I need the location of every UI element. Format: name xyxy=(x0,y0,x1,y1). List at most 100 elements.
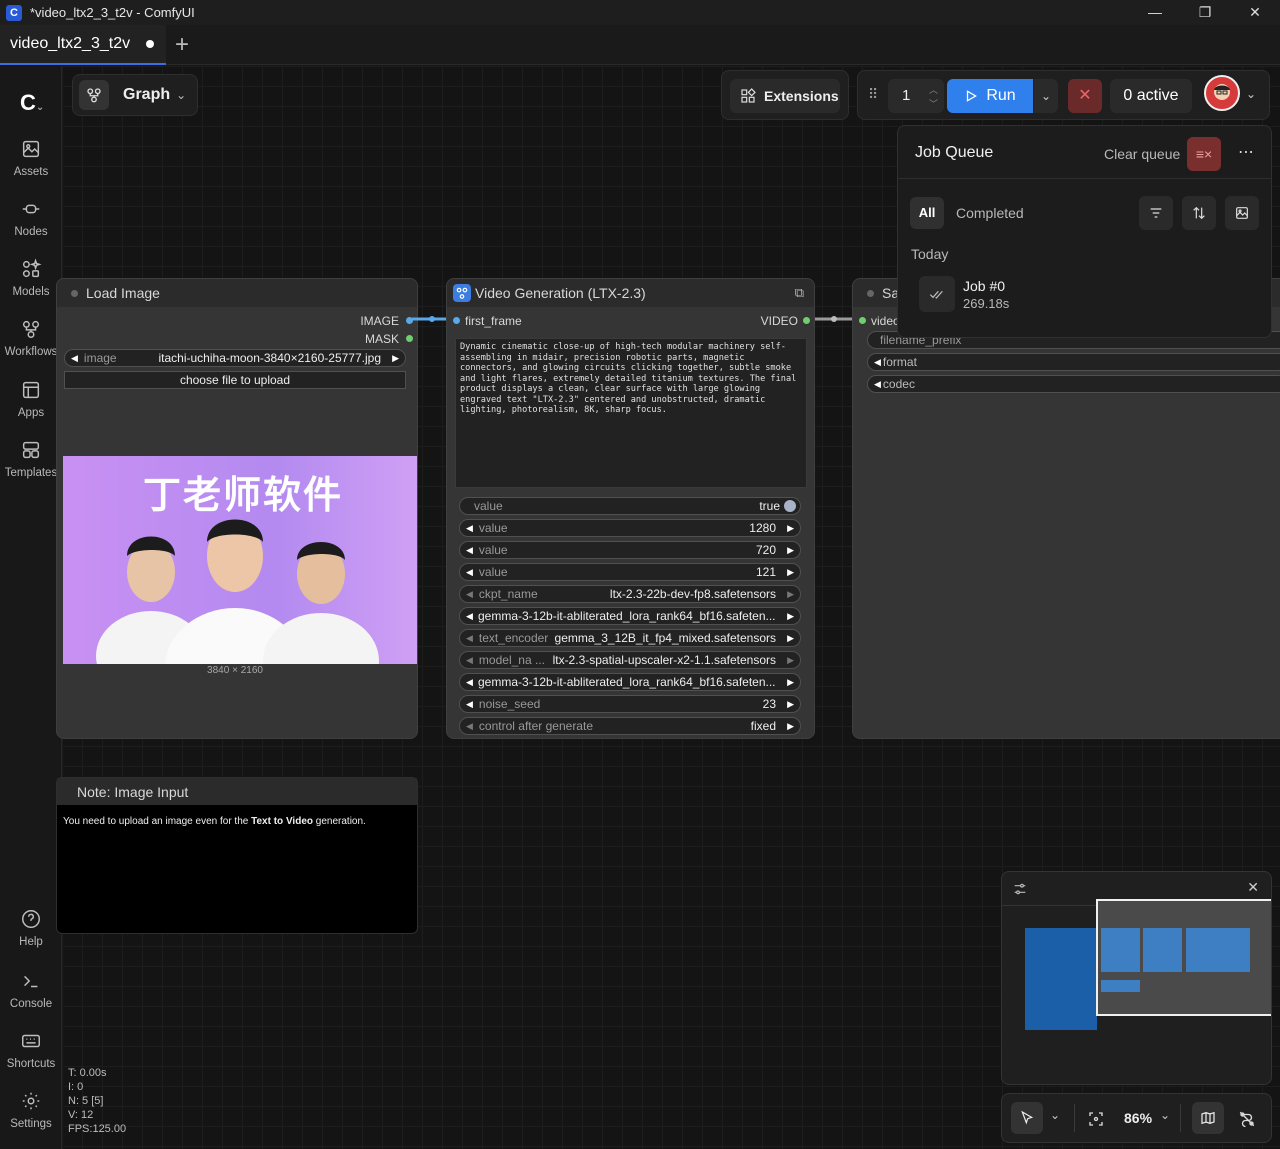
job-thumbnail[interactable] xyxy=(919,276,955,312)
sidebar-item-templates[interactable]: Templates xyxy=(0,439,62,479)
select-mode-button[interactable] xyxy=(1011,1102,1043,1134)
increment-icon[interactable]: ︿ xyxy=(929,83,938,96)
batch-count-input[interactable]: 1 ︿ ﹀ xyxy=(888,79,944,113)
decrement-icon[interactable]: ﹀ xyxy=(929,97,938,110)
widget-value: gemma-3-12b-it-abliterated_lora_rank64_b… xyxy=(478,609,776,623)
new-tab-button[interactable]: + xyxy=(175,31,189,59)
sidebar-item-assets[interactable]: Assets xyxy=(0,138,62,178)
toggle-knob-icon xyxy=(784,500,796,512)
ckpt-name-widget[interactable]: ◀ ckpt_name ltx-2.3-22b-dev-fp8.safetenso… xyxy=(459,585,801,603)
tab-all[interactable]: All xyxy=(910,197,944,229)
drag-handle-icon[interactable]: ⠿ xyxy=(868,86,878,103)
sidebar-item-apps[interactable]: Apps xyxy=(0,379,62,419)
widget-value: 1280 xyxy=(749,521,776,535)
run-mode-dropdown[interactable]: ⌄ xyxy=(1034,79,1058,113)
widget-label: text_encoder xyxy=(478,631,549,645)
output-mask-label: MASK xyxy=(364,332,399,346)
widget-label: noise_seed xyxy=(478,697,541,711)
load-image-node[interactable]: Load Image IMAGE MASK ◀ image itachi-uch… xyxy=(56,278,418,739)
sidebar-item-console[interactable]: Console xyxy=(0,970,62,1010)
filter-button[interactable] xyxy=(1139,196,1173,230)
stat-v: V: 12 xyxy=(68,1109,94,1121)
chevron-down-icon[interactable]: ⌄ xyxy=(1050,1108,1060,1122)
lora-widget[interactable]: ◀ gemma-3-12b-it-abliterated_lora_rank64… xyxy=(459,607,801,625)
width-widget[interactable]: ◀ value 1280 ▶ xyxy=(459,519,801,537)
chevron-down-icon[interactable]: ⌄ xyxy=(1160,1108,1170,1122)
sidebar-item-label: Assets xyxy=(13,166,49,178)
sidebar-item-workflows[interactable]: Workflows xyxy=(0,318,62,358)
widget-value: ltx-2.3-spatial-upscaler-x2-1.1.safetens… xyxy=(552,653,776,667)
minimize-button[interactable]: — xyxy=(1130,0,1180,25)
note-node[interactable]: Note: Image Input You need to upload an … xyxy=(56,777,418,934)
input-video-slot[interactable] xyxy=(859,317,866,324)
chevron-down-icon[interactable]: ⌄ xyxy=(1246,87,1256,101)
sidebar-item-nodes[interactable]: Nodes xyxy=(0,198,62,238)
toggle-minimap-button[interactable] xyxy=(1192,1102,1224,1134)
zoom-level[interactable]: 86% xyxy=(1124,1110,1152,1126)
active-jobs-button[interactable]: 0 active xyxy=(1110,79,1192,113)
maximize-button[interactable]: ❐ xyxy=(1180,0,1230,25)
close-minimap-icon[interactable]: ✕ xyxy=(1247,879,1259,896)
sidebar-item-models[interactable]: Models xyxy=(0,258,62,298)
more-options-icon[interactable]: ⋯ xyxy=(1238,142,1254,162)
job-queue-title: Job Queue xyxy=(915,144,994,161)
upload-button[interactable]: choose file to upload xyxy=(64,371,406,389)
gallery-button[interactable] xyxy=(1225,196,1259,230)
sort-button[interactable] xyxy=(1182,196,1216,230)
sidebar-item-help[interactable]: Help xyxy=(0,908,62,948)
job-name[interactable]: Job #0 xyxy=(963,278,1005,294)
subgraph-icon xyxy=(453,284,471,302)
upscaler-model-widget[interactable]: ◀ model_na ... ltx-2.3-spatial-upscaler-x… xyxy=(459,651,801,669)
node-collapse-dot-icon[interactable] xyxy=(71,289,78,297)
close-window-button[interactable]: ✕ xyxy=(1230,0,1280,25)
keyboard-icon xyxy=(22,1034,40,1048)
video-generation-node[interactable]: Video Generation (LTX-2.3) ⧉ first_frame… xyxy=(446,278,815,739)
prompt-textarea[interactable]: Dynamic cinematic close-up of high-tech … xyxy=(455,338,807,488)
assets-icon xyxy=(22,140,40,158)
graph-menu-button[interactable]: Graph ⌄ xyxy=(72,74,198,116)
sidebar-item-shortcuts[interactable]: Shortcuts xyxy=(0,1030,62,1070)
image-combo-widget[interactable]: ◀ image itachi-uchiha-moon-3840×2160-257… xyxy=(64,349,406,367)
node-title: Video Generation (LTX-2.3) xyxy=(475,285,646,301)
codec-widget[interactable]: ◀ codec xyxy=(867,375,1280,393)
extensions-label: Extensions xyxy=(764,88,839,104)
fit-view-icon[interactable] xyxy=(1087,1110,1105,1128)
models-icon xyxy=(22,258,42,278)
tab-workflow[interactable]: video_ltx2_3_t2v xyxy=(0,25,166,65)
map-icon xyxy=(1201,1111,1215,1125)
save-video-node[interactable]: Sa video filename_prefix ◀ format ◀ codec xyxy=(852,278,1280,739)
control-after-generate-widget[interactable]: ◀ control after generate fixed ▶ xyxy=(459,717,801,735)
hide-links-icon[interactable] xyxy=(1238,1110,1256,1128)
extensions-button[interactable]: Extensions xyxy=(730,79,840,113)
lora-widget-2[interactable]: ◀ gemma-3-12b-it-abliterated_lora_rank64… xyxy=(459,673,801,691)
run-button[interactable]: Run xyxy=(947,79,1033,113)
minimap-node xyxy=(1143,928,1182,972)
height-widget[interactable]: ◀ value 720 ▶ xyxy=(459,541,801,559)
stat-time: T: 0.00s xyxy=(68,1067,107,1079)
node-title: Load Image xyxy=(86,285,160,301)
comfy-menu-logo-icon[interactable]: C⌄ xyxy=(20,90,44,116)
node-collapse-dot-icon[interactable] xyxy=(867,289,874,297)
open-subgraph-icon[interactable]: ⧉ xyxy=(795,285,804,301)
boolean-widget[interactable]: value true xyxy=(459,497,801,515)
sidebar-item-label: Templates xyxy=(4,467,58,479)
text-encoder-widget[interactable]: ◀ text_encoder gemma_3_12B_it_fp4_mixed.s… xyxy=(459,629,801,647)
noise-seed-widget[interactable]: ◀ noise_seed 23 ▶ xyxy=(459,695,801,713)
title-bar: C *video_ltx2_3_t2v - ComfyUI — ❐ ✕ xyxy=(0,0,1280,25)
format-widget[interactable]: ◀ format xyxy=(867,353,1280,371)
output-video-slot[interactable] xyxy=(803,317,810,324)
minimap-settings-icon[interactable] xyxy=(1012,881,1028,897)
cancel-run-button[interactable]: ✕ xyxy=(1068,79,1102,113)
note-text-bold: Text to Video xyxy=(251,816,313,827)
widget-label: ckpt_name xyxy=(478,587,538,601)
image-icon xyxy=(1236,207,1248,219)
output-mask-slot[interactable] xyxy=(406,335,413,342)
tab-completed[interactable]: Completed xyxy=(956,205,1024,221)
sidebar-item-settings[interactable]: Settings xyxy=(0,1090,62,1130)
clear-queue-button[interactable]: ≡× xyxy=(1187,137,1221,171)
frames-widget[interactable]: ◀ value 121 ▶ xyxy=(459,563,801,581)
minimap[interactable]: ✕ xyxy=(1001,871,1272,1085)
input-first-frame-slot[interactable] xyxy=(453,317,460,324)
avatar[interactable] xyxy=(1204,75,1240,111)
widget-value: 720 xyxy=(755,543,776,557)
